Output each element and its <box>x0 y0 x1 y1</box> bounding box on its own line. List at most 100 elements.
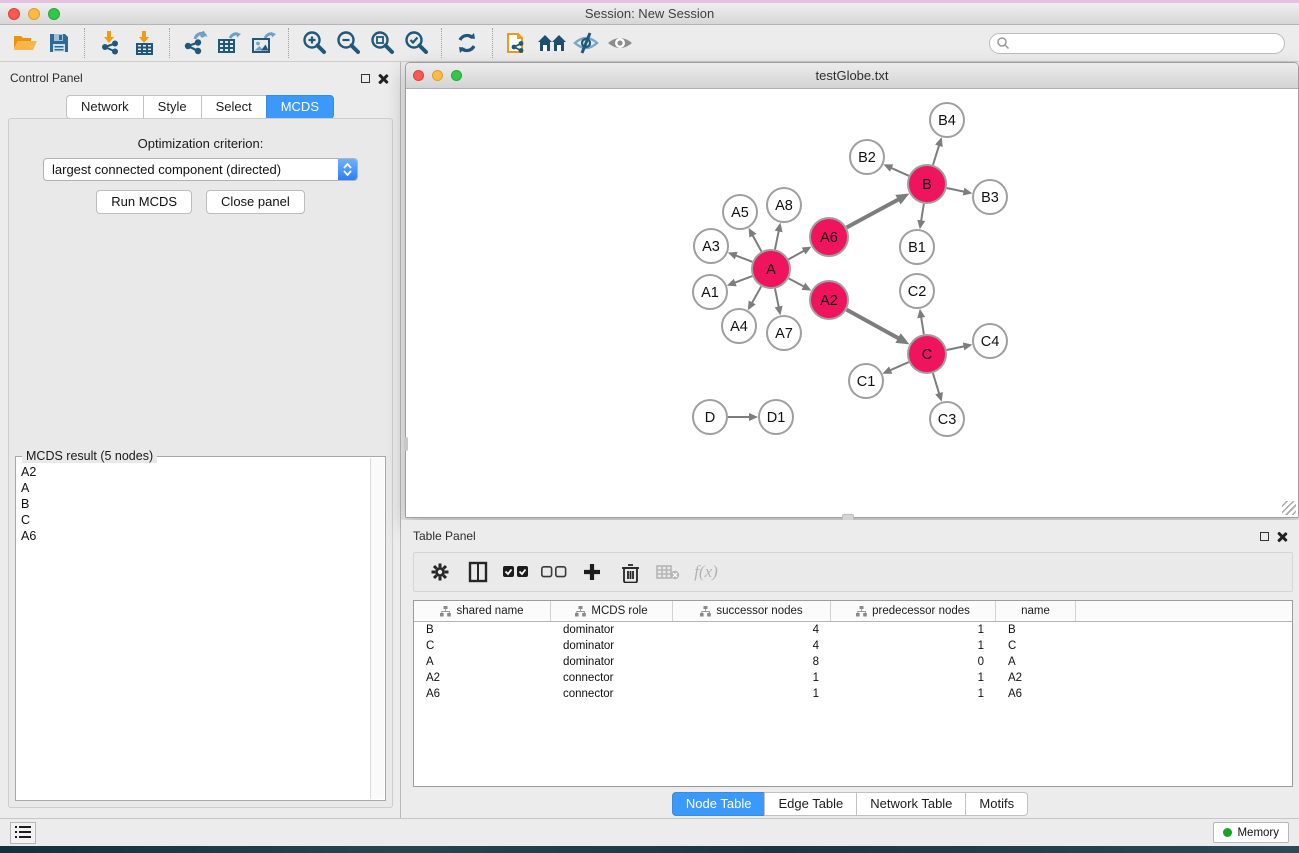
edge-C-C1[interactable] <box>890 362 909 370</box>
edge-B-B1[interactable] <box>921 204 924 222</box>
edge-A-A4[interactable] <box>752 286 761 303</box>
table-cell[interactable]: 0 <box>831 654 996 670</box>
graph-node-C4[interactable]: C4 <box>973 324 1007 358</box>
graph-node-B[interactable]: B <box>908 165 946 203</box>
import-network-button[interactable] <box>93 28 127 58</box>
edge-A2-C[interactable] <box>847 310 899 339</box>
table-cell[interactable]: 8 <box>673 654 831 670</box>
search-input[interactable] <box>1010 35 1284 52</box>
table-cell[interactable]: connector <box>551 686 673 702</box>
edge-A-A6[interactable] <box>789 251 805 260</box>
graph-node-A7[interactable]: A7 <box>767 316 801 350</box>
edge-B-B3[interactable] <box>947 188 965 192</box>
import-table-button[interactable] <box>127 28 161 58</box>
tab-select[interactable]: Select <box>201 95 266 119</box>
task-history-button[interactable] <box>10 822 36 844</box>
table-cell[interactable]: 1 <box>673 686 831 702</box>
divider-notch[interactable] <box>404 437 408 451</box>
edge-C-C2[interactable] <box>921 317 924 335</box>
tab-mcds[interactable]: MCDS <box>266 95 334 119</box>
table-cell[interactable]: dominator <box>551 654 673 670</box>
close-table-panel-icon[interactable] <box>1276 531 1287 542</box>
edge-A6-B[interactable] <box>847 199 899 227</box>
graph-node-A5[interactable]: A5 <box>723 195 757 229</box>
graph-node-A1[interactable]: A1 <box>693 275 727 309</box>
network-window-titlebar[interactable]: testGlobe.txt <box>406 63 1298 89</box>
graph-node-B2[interactable]: B2 <box>850 140 884 174</box>
edge-C-C3[interactable] <box>933 373 939 394</box>
result-item[interactable]: C <box>21 512 370 528</box>
table-cell[interactable]: C <box>996 638 1076 654</box>
result-scrollbar[interactable] <box>370 458 384 799</box>
table-cell[interactable]: 4 <box>673 622 831 638</box>
edge-B-B2[interactable] <box>891 168 909 176</box>
delete-column-button[interactable] <box>614 556 646 588</box>
zoom-out-button[interactable] <box>331 28 365 58</box>
criterion-dropdown[interactable]: largest connected component (directed) <box>43 158 358 181</box>
zoom-in-button[interactable] <box>297 28 331 58</box>
graph-node-D[interactable]: D <box>693 400 727 434</box>
search-field[interactable] <box>989 33 1285 54</box>
first-neighbors-button[interactable] <box>535 28 569 58</box>
graph-node-C1[interactable]: C1 <box>849 364 883 398</box>
graph-node-C2[interactable]: C2 <box>900 274 934 308</box>
table-cell[interactable]: C <box>414 638 551 654</box>
table-cell[interactable]: A2 <box>414 670 551 686</box>
show-columns-button[interactable] <box>462 556 494 588</box>
graph-node-A4[interactable]: A4 <box>722 309 756 343</box>
table-row[interactable]: A2connector11A2 <box>414 670 1292 686</box>
tab-network-table[interactable]: Network Table <box>856 792 965 816</box>
tab-node-table[interactable]: Node Table <box>672 792 765 816</box>
export-table-button[interactable] <box>212 28 246 58</box>
window-resize-grip[interactable] <box>1282 501 1296 515</box>
close-panel-button[interactable]: Close panel <box>206 190 305 214</box>
table-cell[interactable]: dominator <box>551 622 673 638</box>
graph-node-B3[interactable]: B3 <box>973 180 1007 214</box>
graph-node-C3[interactable]: C3 <box>930 402 964 436</box>
table-cell[interactable]: 4 <box>673 638 831 654</box>
column-header-predecessor-nodes[interactable]: predecessor nodes <box>831 601 996 621</box>
edge-C-C4[interactable] <box>947 346 965 350</box>
edge-A-A3[interactable] <box>735 255 752 262</box>
float-panel-icon[interactable] <box>361 74 370 83</box>
refresh-button[interactable] <box>450 28 484 58</box>
table-cell[interactable]: 1 <box>831 670 996 686</box>
result-item[interactable]: A2 <box>21 464 370 480</box>
result-item[interactable]: B <box>21 496 370 512</box>
table-cell[interactable]: A6 <box>414 686 551 702</box>
graph-node-C[interactable]: C <box>908 335 946 373</box>
column-header-successor-nodes[interactable]: successor nodes <box>673 601 831 621</box>
new-network-from-selection-button[interactable] <box>501 28 535 58</box>
graph-node-A6[interactable]: A6 <box>810 218 848 256</box>
table-row[interactable]: Adominator80A <box>414 654 1292 670</box>
table-cell[interactable]: 1 <box>831 622 996 638</box>
node-table[interactable]: shared nameMCDS rolesuccessor nodesprede… <box>413 600 1293 787</box>
graph-node-A8[interactable]: A8 <box>767 188 801 222</box>
result-item[interactable]: A6 <box>21 528 370 544</box>
graph-node-A2[interactable]: A2 <box>810 281 848 319</box>
column-header-name[interactable]: name <box>996 601 1076 621</box>
export-network-button[interactable] <box>178 28 212 58</box>
edge-A-A8[interactable] <box>775 230 779 249</box>
table-settings-button[interactable] <box>424 556 456 588</box>
edge-B-B4[interactable] <box>933 145 939 165</box>
result-item[interactable]: A <box>21 480 370 496</box>
mcds-result-list[interactable]: A2ABCA6 <box>17 460 370 799</box>
table-row[interactable]: Cdominator41C <box>414 638 1292 654</box>
table-cell[interactable]: 1 <box>831 638 996 654</box>
table-cell[interactable]: connector <box>551 670 673 686</box>
show-all-button[interactable] <box>603 28 637 58</box>
export-image-button[interactable] <box>246 28 280 58</box>
graph-node-B1[interactable]: B1 <box>900 230 934 264</box>
open-session-button[interactable] <box>8 28 42 58</box>
tab-network[interactable]: Network <box>66 95 143 119</box>
table-cell[interactable]: B <box>414 622 551 638</box>
column-header-shared-name[interactable]: shared name <box>414 601 551 621</box>
memory-button[interactable]: Memory <box>1213 822 1289 843</box>
table-cell[interactable]: B <box>996 622 1076 638</box>
edge-A-A5[interactable] <box>752 235 761 252</box>
edge-A-A2[interactable] <box>789 278 805 286</box>
save-session-button[interactable] <box>42 28 76 58</box>
hide-selected-button[interactable] <box>569 28 603 58</box>
graph-node-A3[interactable]: A3 <box>694 229 728 263</box>
